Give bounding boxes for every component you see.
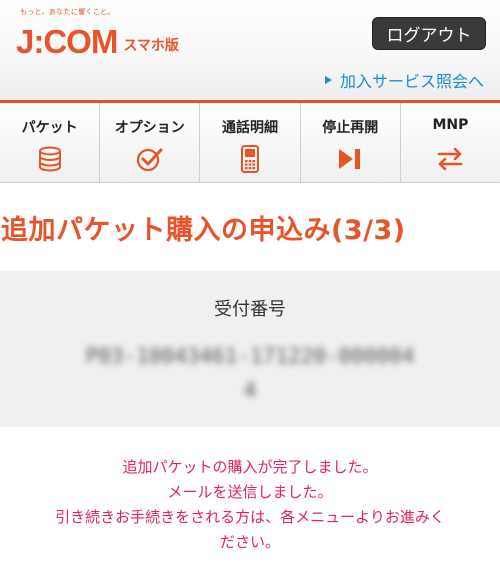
logout-button[interactable]: ログアウト xyxy=(372,17,486,50)
nav-item-packet[interactable]: パケット xyxy=(0,103,101,182)
nav-label-suspend-resume: 停止再開 xyxy=(322,120,379,136)
logo-subtitle: スマホ版 xyxy=(123,38,179,54)
nav-label-mnp: MNP xyxy=(432,117,469,133)
page-title: 追加パケット購入の申込み(3/3) xyxy=(1,214,406,246)
receipt-panel: 受付番号 P03-10043461-171220-0000044 xyxy=(0,271,500,427)
jcom-logo[interactable]: J:COM スマホ版 xyxy=(16,22,179,58)
swap-arrows-icon xyxy=(435,145,465,173)
service-inquiry-link[interactable]: 加入サービス照会へ xyxy=(324,68,484,92)
service-inquiry-label: 加入サービス照会へ xyxy=(339,72,484,91)
nav-label-call-details: 通話明細 xyxy=(222,120,278,136)
nav-item-mnp[interactable]: MNP xyxy=(401,103,500,182)
database-icon xyxy=(35,145,65,173)
message-line: ださい。 xyxy=(219,533,280,551)
app-header: もっと、あなたに響くこと。 J:COM スマホ版 ログアウト 加入サービス照会へ xyxy=(0,0,500,103)
nav-label-packet: パケット xyxy=(21,120,78,136)
play-pause-icon xyxy=(335,145,365,173)
brand-tagline: もっと、あなたに響くこと。 xyxy=(20,8,115,16)
check-circle-icon xyxy=(135,145,165,173)
nav-item-suspend-resume[interactable]: 停止再開 xyxy=(301,103,401,182)
nav-item-option[interactable]: オプション xyxy=(100,103,201,182)
message-line: 追加パケットの購入が完了しました。 xyxy=(122,458,378,476)
receipt-number-value: P03-10043461-171220-0000044 xyxy=(85,344,415,402)
nav-item-call-details[interactable]: 通話明細 xyxy=(200,103,301,182)
message-line: メールを送信しました。 xyxy=(167,483,333,501)
logo-text: J:COM xyxy=(16,23,118,60)
message-line: 引き続きお手続きをされる方は、各メニューよりお進みく xyxy=(55,508,445,526)
receipt-number-label: 受付番号 xyxy=(214,299,286,320)
main-nav: パケット オプション 通話明細 停止再開 MNP xyxy=(0,103,500,183)
completion-messages: 追加パケットの購入が完了しました。 メールを送信しました。 引き続きお手続きをさ… xyxy=(0,455,500,555)
nav-label-option: オプション xyxy=(114,120,185,136)
triangle-right-icon xyxy=(324,76,332,84)
mobile-phone-icon xyxy=(235,145,265,173)
